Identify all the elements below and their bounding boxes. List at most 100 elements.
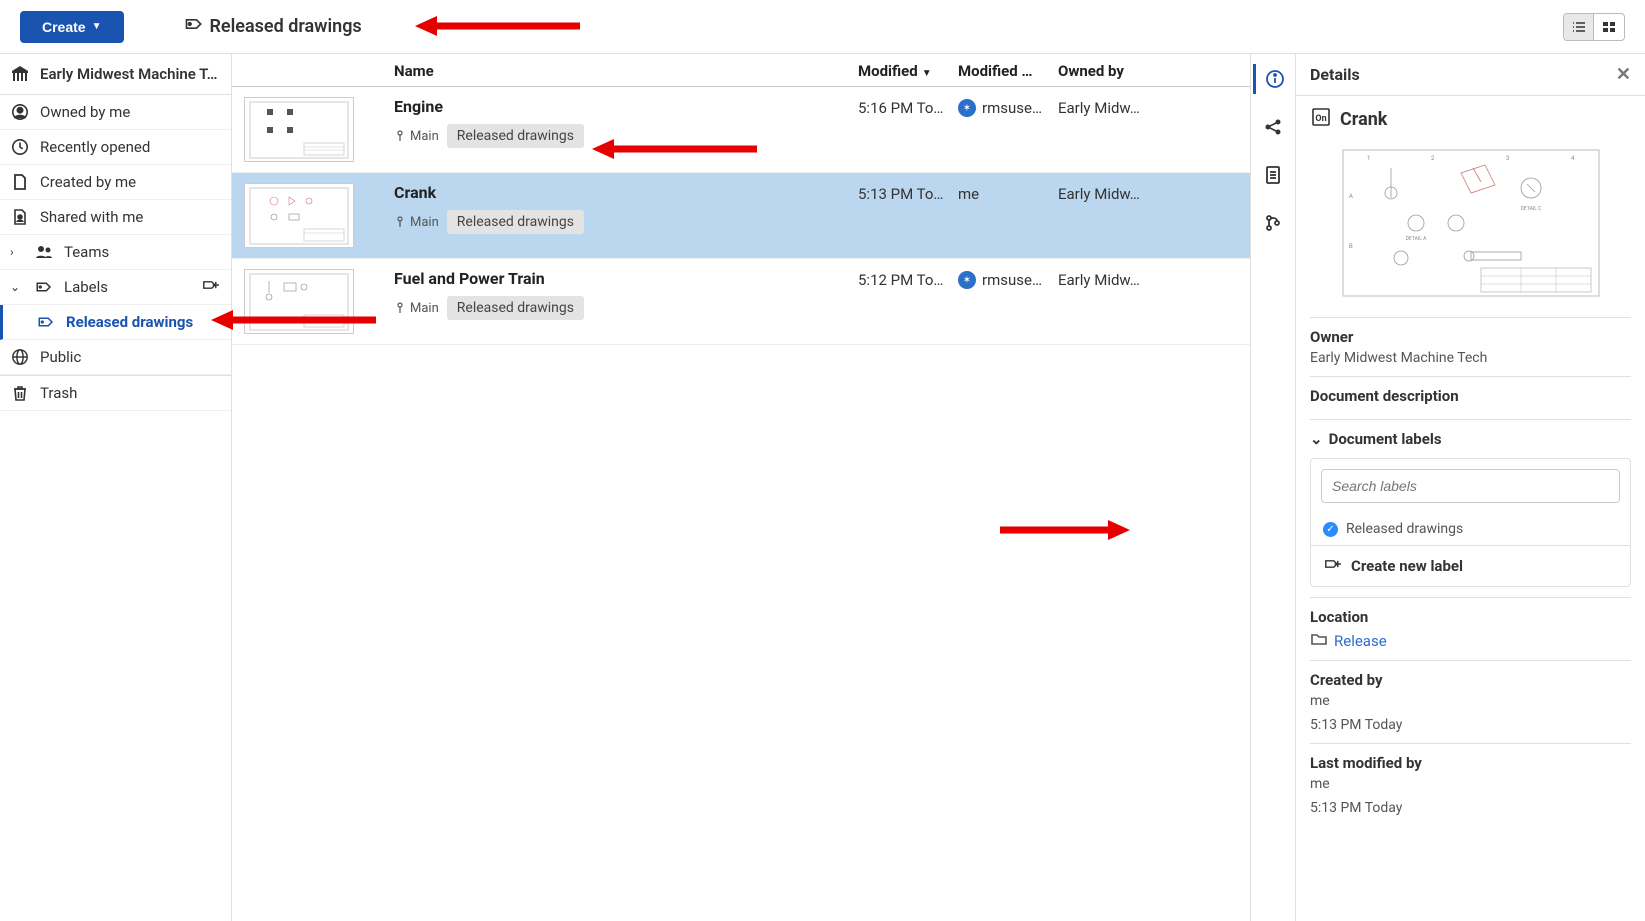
cell-owned-by: Early Midw… xyxy=(1058,183,1238,248)
branch-indicator: Main xyxy=(394,129,439,144)
tab-document[interactable] xyxy=(1253,160,1293,190)
label-search-input[interactable] xyxy=(1321,469,1620,503)
tab-share[interactable] xyxy=(1253,112,1293,142)
file-name: Crank xyxy=(394,183,846,202)
cell-modified: 5:16 PM To… xyxy=(858,97,958,162)
file-name: Fuel and Power Train xyxy=(394,269,846,288)
create-button-label: Create xyxy=(42,19,86,35)
svg-text:DETAIL A: DETAIL A xyxy=(1405,236,1427,242)
create-new-label-button[interactable]: Create new label xyxy=(1311,545,1630,586)
label-icon xyxy=(184,14,204,39)
owner-value: Early Midwest Machine Tech xyxy=(1310,350,1631,366)
location-link[interactable]: Release xyxy=(1310,632,1387,650)
tab-versions[interactable] xyxy=(1253,208,1293,238)
column-modified-by[interactable]: Modified … xyxy=(958,62,1058,80)
sidebar-item-created-by-me[interactable]: Created by me xyxy=(0,165,231,200)
column-owned-by[interactable]: Owned by xyxy=(1058,62,1238,80)
cell-modified: 5:12 PM To… xyxy=(858,269,958,334)
table-row[interactable]: Engine Main Released drawings 5:16 PM To… xyxy=(232,87,1250,173)
label-chip[interactable]: Released drawings xyxy=(447,124,584,148)
add-label-icon xyxy=(1323,556,1343,576)
label-option-released-drawings[interactable]: ✓ Released drawings xyxy=(1311,513,1630,545)
sidebar-item-shared-with-me[interactable]: Shared with me xyxy=(0,200,231,235)
chevron-down-icon: ⌄ xyxy=(10,280,24,294)
label-chip[interactable]: Released drawings xyxy=(447,296,584,320)
close-icon[interactable]: ✕ xyxy=(1616,64,1631,85)
person-icon xyxy=(10,102,30,122)
team-icon xyxy=(10,64,30,84)
chevron-down-icon: ⌄ xyxy=(1310,430,1323,448)
create-button[interactable]: Create ▼ xyxy=(20,11,124,43)
details-owner-section: Owner Early Midwest Machine Tech xyxy=(1310,317,1631,376)
sidebar-item-recently-opened[interactable]: Recently opened xyxy=(0,130,231,165)
column-name[interactable]: Name xyxy=(394,62,858,80)
grid-view-button[interactable] xyxy=(1594,14,1624,40)
trash-icon xyxy=(10,383,30,403)
globe-icon xyxy=(10,347,30,367)
column-modified[interactable]: Modified▼ xyxy=(858,62,958,80)
created-by-label: Created by xyxy=(1310,671,1631,689)
created-by-value: me xyxy=(1310,693,1631,709)
sidebar-item-trash[interactable]: Trash xyxy=(0,375,231,411)
owner-label: Owner xyxy=(1310,328,1631,346)
sidebar-item-label: Public xyxy=(40,348,81,366)
sidebar-item-label: Created by me xyxy=(40,173,136,191)
label-icon xyxy=(34,277,54,297)
list-view-button[interactable] xyxy=(1564,14,1594,40)
last-modified-value: me xyxy=(1310,776,1631,792)
sidebar-team-header[interactable]: Early Midwest Machine T… xyxy=(0,54,231,95)
tab-info[interactable] xyxy=(1253,64,1293,94)
description-label: Document description xyxy=(1310,387,1631,405)
app-root: Create ▼ Released drawings xyxy=(0,0,1645,921)
add-label-icon[interactable] xyxy=(201,277,221,297)
sidebar-item-public[interactable]: Public xyxy=(0,340,231,375)
view-mode-toggle xyxy=(1563,13,1625,41)
cell-modified-by: ✶rmsuse… xyxy=(958,97,1058,162)
cell-modified: 5:13 PM To… xyxy=(858,183,958,248)
sidebar-item-label: Shared with me xyxy=(40,208,143,226)
file-thumbnail xyxy=(244,97,354,162)
table-row[interactable]: Fuel and Power Train Main Released drawi… xyxy=(232,259,1250,345)
cell-modified-by: ✶rmsuse… xyxy=(958,269,1058,334)
user-avatar-icon: ✶ xyxy=(958,99,976,117)
sidebar-team-name: Early Midwest Machine T… xyxy=(40,65,221,83)
label-icon xyxy=(36,312,56,332)
cell-owned-by: Early Midw… xyxy=(1058,269,1238,334)
file-thumbnail xyxy=(244,269,354,334)
details-last-modified-section: Last modified by me 5:13 PM Today xyxy=(1310,743,1631,826)
content-area: Name Modified▼ Modified … Owned by Engin… xyxy=(232,54,1645,921)
svg-text:On: On xyxy=(1315,114,1326,124)
onshape-doc-icon: On xyxy=(1310,106,1332,133)
label-chip[interactable]: Released drawings xyxy=(447,210,584,234)
svg-text:DETAIL C: DETAIL C xyxy=(1520,206,1542,212)
location-label: Location xyxy=(1310,608,1631,626)
breadcrumb: Released drawings xyxy=(184,14,362,39)
details-header: Details ✕ xyxy=(1296,54,1645,96)
file-thumbnail xyxy=(244,183,354,248)
labels-toggle[interactable]: ⌄ Document labels xyxy=(1310,430,1631,448)
sidebar-item-owned-by-me[interactable]: Owned by me xyxy=(0,95,231,130)
folder-icon xyxy=(1310,632,1328,650)
details-doc-title: On Crank xyxy=(1310,106,1631,133)
detail-tabstrip xyxy=(1251,54,1295,921)
svg-text:3: 3 xyxy=(1506,155,1509,162)
table-row[interactable]: Crank Main Released drawings 5:13 PM To…… xyxy=(232,173,1250,259)
cell-modified-by: me xyxy=(958,183,1058,248)
branch-indicator: Main xyxy=(394,301,439,316)
sidebar-item-label: Labels xyxy=(64,278,108,296)
sidebar-label-released-drawings[interactable]: Released drawings xyxy=(0,305,231,340)
details-created-by-section: Created by me 5:13 PM Today xyxy=(1310,660,1631,743)
created-at: 5:13 PM Today xyxy=(1310,717,1631,733)
table-header-row: Name Modified▼ Modified … Owned by xyxy=(232,54,1250,87)
file-name: Engine xyxy=(394,97,846,116)
details-description-section: Document description xyxy=(1310,376,1631,419)
document-icon xyxy=(10,172,30,192)
main-area: Early Midwest Machine T… Owned by me Rec… xyxy=(0,54,1645,921)
svg-text:B: B xyxy=(1349,243,1353,250)
svg-text:A: A xyxy=(1349,193,1353,200)
labels-box: ✓ Released drawings Create new label xyxy=(1310,458,1631,587)
sidebar-item-labels[interactable]: ⌄ Labels xyxy=(0,270,231,305)
sidebar-item-label: Released drawings xyxy=(66,313,193,331)
chevron-down-icon: ▼ xyxy=(92,21,102,32)
sidebar-item-teams[interactable]: › Teams xyxy=(0,235,231,270)
